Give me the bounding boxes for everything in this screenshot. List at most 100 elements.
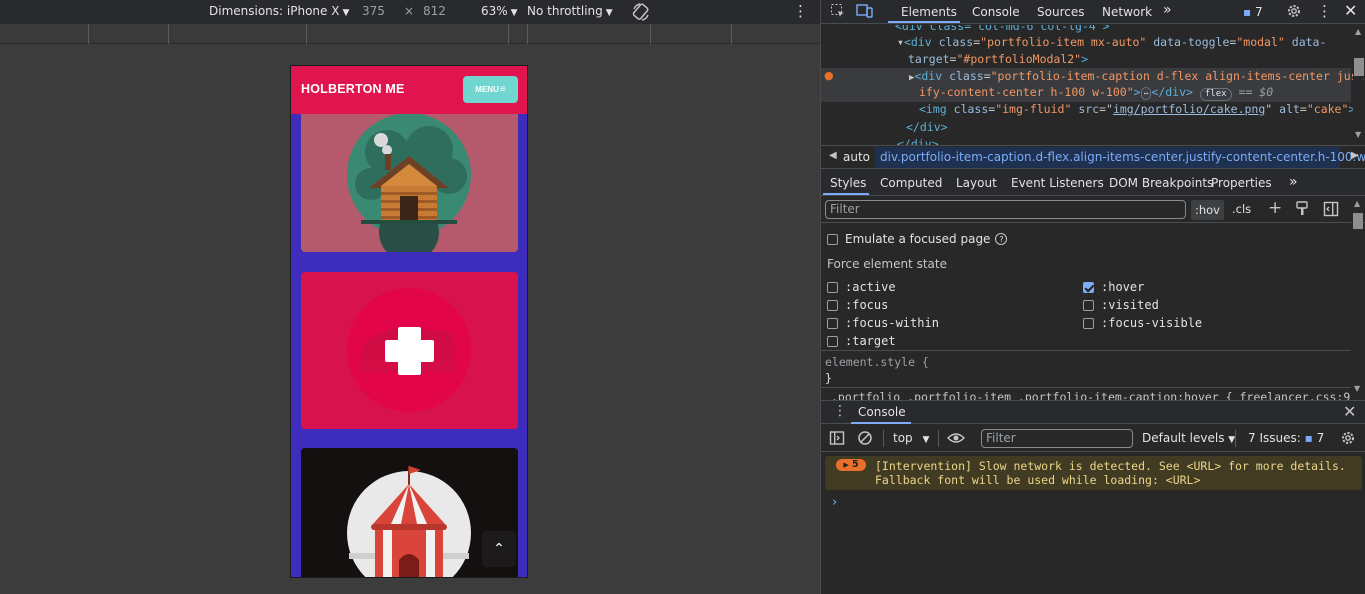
state-focus-visible-checkbox[interactable]: :focus-visible [1083, 316, 1202, 330]
dimensions-select[interactable]: Dimensions: iPhone X ▼ [209, 4, 349, 18]
context-select[interactable]: top ▼ [893, 431, 929, 445]
paint-brush-icon[interactable] [1295, 201, 1309, 220]
state-hover-checkbox[interactable]: :hover [1083, 280, 1144, 294]
close-drawer-icon[interactable]: ✕ [1343, 402, 1356, 421]
state-target-checkbox[interactable]: :target [827, 334, 896, 348]
dom-attr: class [949, 69, 984, 83]
rotate-icon[interactable] [631, 2, 651, 25]
portfolio-item-cabin[interactable] [301, 114, 518, 252]
sidebar-toggle-icon[interactable] [1323, 201, 1339, 220]
flex-badge[interactable]: flex [1199, 88, 1232, 101]
height-input[interactable]: 812 [423, 4, 446, 18]
scrollbar-thumb[interactable] [1354, 58, 1364, 76]
checkbox-box[interactable] [827, 233, 838, 245]
styles-filter-input[interactable]: Filter [825, 200, 1186, 219]
tab-styles[interactable]: Styles [830, 176, 866, 190]
clear-console-icon[interactable] [857, 430, 873, 449]
ruler-segment[interactable] [527, 24, 528, 44]
tab-console[interactable]: Console [972, 5, 1020, 19]
menu-button[interactable]: MENU≡ [463, 76, 518, 103]
issues-badge[interactable]: ▪ 7 [1243, 5, 1263, 19]
site-brand[interactable]: HOLBERTON ME [301, 82, 405, 96]
state-focus-within-checkbox[interactable]: :focus-within [827, 316, 939, 330]
cls-button[interactable]: .cls [1232, 202, 1251, 216]
state-focus-checkbox[interactable]: :focus [827, 298, 888, 312]
src-link[interactable]: img/portfolio/cake.png [1113, 102, 1265, 116]
breadcrumb-left-icon[interactable]: ◀ [829, 150, 837, 161]
console-settings-gear-icon[interactable] [1340, 430, 1356, 449]
devtools-more-icon[interactable]: ⋮ [1317, 2, 1332, 20]
drawer-menu-icon[interactable]: ⋮ [833, 403, 847, 419]
portfolio-item-cake[interactable] [301, 272, 518, 429]
ruler-segment[interactable] [306, 24, 307, 44]
element-style-rule[interactable]: element.style { [825, 355, 929, 369]
styles-scrollbar[interactable]: ▲ ▼ [1352, 197, 1363, 400]
ruler-segment[interactable] [650, 24, 651, 44]
throttling-select[interactable]: No throttling ▼ [527, 4, 613, 18]
live-expression-eye-icon[interactable] [947, 430, 965, 449]
zoom-select[interactable]: 63% ▼ [481, 4, 518, 18]
console-filter-input[interactable]: Filter [981, 429, 1133, 448]
console-warning-message[interactable]: ▶ 5 [Intervention] Slow network is detec… [825, 456, 1362, 490]
breadcrumb-current-item[interactable]: div.portfolio-item-caption.d-flex.align-… [875, 147, 1365, 168]
tab-sources[interactable]: Sources [1037, 5, 1084, 19]
help-icon[interactable]: ? [995, 233, 1008, 245]
tab-layout[interactable]: Layout [956, 176, 997, 190]
tab-dom-breakpoints[interactable]: DOM Breakpoints [1109, 176, 1213, 190]
ruler-segment[interactable] [88, 24, 89, 44]
log-levels-select[interactable]: Default levels ▼ [1142, 431, 1235, 445]
tab-elements[interactable]: Elements [901, 5, 957, 19]
scrollbar-thumb[interactable] [1353, 213, 1363, 229]
checkbox-box[interactable] [827, 281, 838, 293]
tab-computed[interactable]: Computed [880, 176, 942, 190]
tab-properties[interactable]: Properties [1211, 176, 1272, 190]
checkbox-box[interactable] [1083, 299, 1094, 311]
checkbox-box[interactable] [1083, 317, 1094, 329]
tab-network[interactable]: Network [1102, 5, 1152, 19]
warning-count-badge[interactable]: ▶ 5 [836, 459, 866, 471]
message-icon: ▪ [1304, 431, 1313, 445]
inspect-element-icon[interactable] [830, 3, 846, 22]
dom-line-portfolio-item[interactable]: ▾<div class="portfolio-item mx-auto" dat… [897, 35, 1326, 49]
dom-line-close[interactable]: </div> [897, 137, 939, 145]
width-input[interactable]: 375 [362, 4, 385, 18]
state-label: :focus-visible [1101, 316, 1203, 330]
tab-event-listeners[interactable]: Event Listeners [1011, 176, 1104, 190]
close-devtools-icon[interactable]: ✕ [1344, 1, 1357, 20]
scroll-to-top-button[interactable]: ⌃ [482, 531, 516, 567]
add-rule-icon[interactable]: + [1268, 198, 1282, 218]
chevron-down-icon: ▼ [510, 8, 518, 18]
css-rule-selector[interactable]: .portfolio .portfolio-item .portfolio-it… [831, 390, 1351, 400]
dom-line-close[interactable]: </div> [906, 120, 948, 134]
dom-line[interactable]: <div class="col-md-6 col-lg-4"> [895, 25, 1110, 33]
settings-gear-icon[interactable] [1286, 3, 1302, 22]
more-tabs-icon[interactable]: » [1163, 2, 1172, 18]
ruler-segment[interactable] [731, 24, 732, 44]
times-icon: × [404, 4, 415, 18]
device-toolbar-toggle-icon[interactable] [856, 3, 874, 22]
checkbox-box[interactable] [827, 317, 838, 329]
dom-scrollbar[interactable]: ▲ ▼ [1353, 25, 1364, 142]
drawer-tab-console[interactable]: Console [858, 405, 906, 419]
emulate-focus-checkbox[interactable]: Emulate a focused page ? [827, 232, 1008, 246]
console-prompt[interactable]: › [832, 495, 837, 510]
breadcrumb-item[interactable]: auto [843, 150, 870, 164]
warning-text-line1: [Intervention] Slow network is detected.… [875, 459, 1346, 473]
more-options-icon[interactable]: ⋮ [793, 2, 808, 20]
breadcrumb-right-icon[interactable]: ▶ [1351, 150, 1359, 161]
console-sidebar-icon[interactable] [829, 430, 845, 449]
checkbox-box[interactable] [827, 299, 838, 311]
ellipsis-icon[interactable]: ⋯ [1140, 87, 1152, 100]
ruler-segment[interactable] [168, 24, 169, 44]
scroll-up-icon: ▲ [1354, 199, 1361, 208]
checkbox-checked[interactable] [1083, 281, 1094, 293]
state-active-checkbox[interactable]: :active [827, 280, 896, 294]
ruler-segment[interactable] [508, 24, 509, 44]
state-visited-checkbox[interactable]: :visited [1083, 298, 1159, 312]
hov-button[interactable]: :hov [1191, 200, 1224, 220]
checkbox-box[interactable] [827, 335, 838, 347]
more-subtabs-icon[interactable]: » [1289, 174, 1298, 190]
issues-link[interactable]: 7 Issues: ▪ 7 [1248, 431, 1324, 445]
dom-line-selected[interactable]: ▶<div class="portfolio-item-caption d-fl… [909, 69, 1365, 83]
dom-line-img[interactable]: <img class="img-fluid" src="img/portfoli… [919, 102, 1355, 116]
